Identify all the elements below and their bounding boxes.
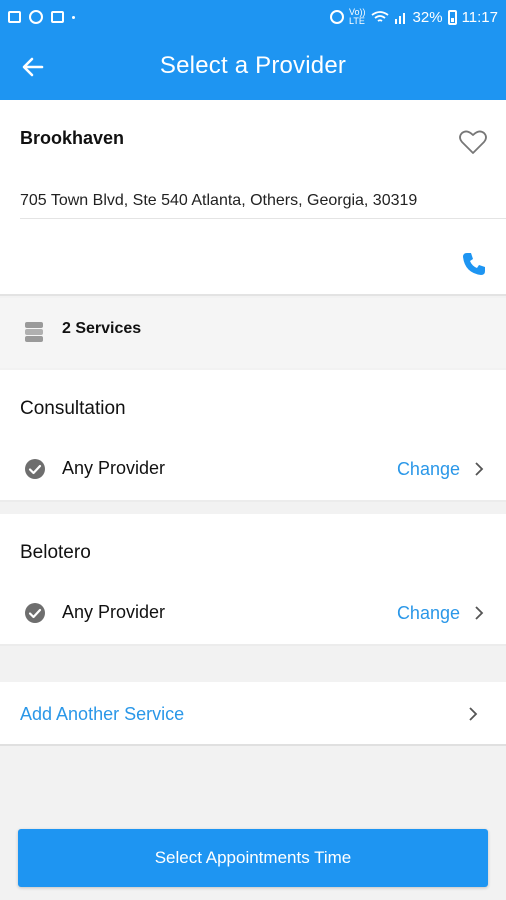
service-card: Belotero Any Provider Change <box>0 514 506 646</box>
alarm-icon <box>330 10 345 24</box>
check-circle-icon <box>25 459 45 479</box>
wifi-icon <box>370 11 389 22</box>
change-provider-button[interactable]: Change <box>397 454 484 484</box>
heart-outline-icon[interactable] <box>458 128 488 156</box>
gallery-notification-icon <box>8 11 21 23</box>
check-circle-icon <box>25 603 45 623</box>
battery-icon <box>447 9 457 25</box>
status-bar: Vo)) LTE 32% 11:17 <box>0 0 506 34</box>
clock: 11:17 <box>461 8 498 26</box>
location-address: 705 Town Blvd, Ste 540 Atlanta, Others, … <box>20 192 418 209</box>
provider-label: Any Provider <box>62 602 166 622</box>
phone-icon[interactable] <box>460 250 488 278</box>
sync-notification-icon <box>29 10 43 24</box>
battery-percent: 32% <box>412 8 443 26</box>
chevron-right-icon <box>475 606 484 620</box>
image-notification-icon <box>51 11 64 23</box>
chevron-right-icon <box>469 707 478 721</box>
more-notifications-icon <box>72 15 75 19</box>
add-service-label: Add Another Service <box>20 704 185 724</box>
page-title: Select a Provider <box>159 52 347 79</box>
change-label: Change <box>396 602 460 623</box>
signal-icon <box>394 13 405 24</box>
provider-label: Any Provider <box>62 458 166 478</box>
change-label: Change <box>396 458 460 479</box>
chevron-right-icon <box>475 462 484 476</box>
location-card: Brookhaven 705 Town Blvd, Ste 540 Atlant… <box>0 100 506 296</box>
stack-icon <box>25 322 43 342</box>
location-name: Brookhaven <box>20 128 125 148</box>
app-bar: Select a Provider <box>0 34 506 100</box>
service-card: Consultation Any Provider Change <box>0 370 506 502</box>
add-another-service-row[interactable]: Add Another Service <box>0 682 506 746</box>
service-name: Belotero <box>20 542 91 563</box>
service-name: Consultation <box>20 398 126 419</box>
change-provider-button[interactable]: Change <box>397 598 484 628</box>
services-summary: 2 Services <box>0 298 506 368</box>
select-appointment-time-button[interactable]: Select Appointments Time <box>18 829 488 887</box>
divider <box>20 218 506 219</box>
volte-indicator: Vo)) LTE <box>349 7 366 26</box>
services-count: 2 Services <box>62 320 142 337</box>
